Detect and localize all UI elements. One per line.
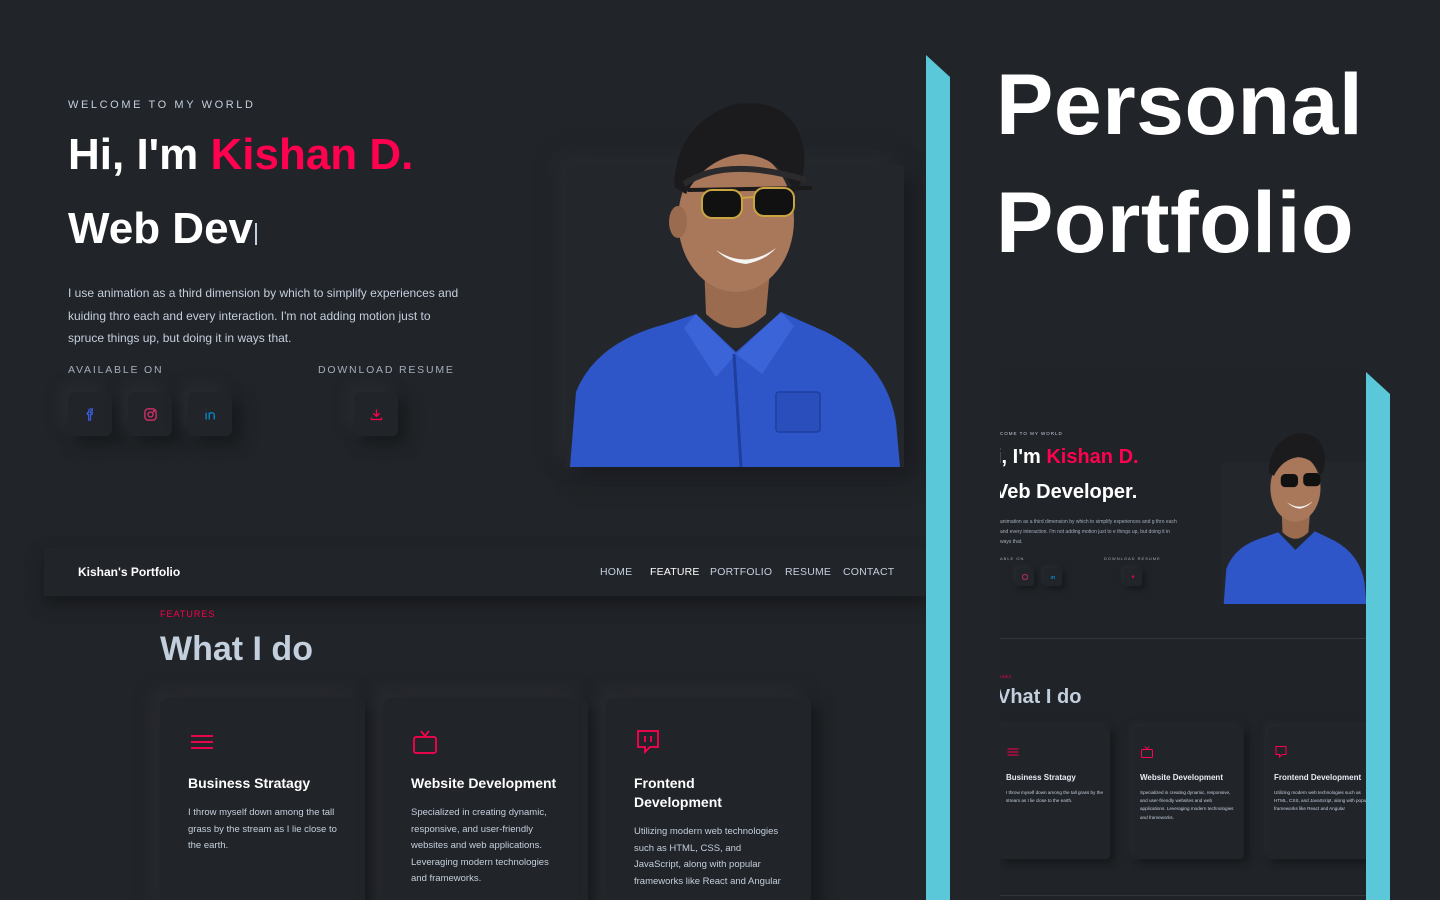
nav-home[interactable]: HOME (600, 566, 632, 578)
preview-card-desc: Utilizing modern web technologies such a… (1274, 790, 1366, 812)
preview-welcome: COME TO MY WORLD (1000, 431, 1063, 436)
menu-icon (188, 728, 218, 758)
typing-caret (255, 223, 258, 245)
preview-card-title: Website Development (1140, 773, 1223, 782)
preview-instagram-icon (1016, 568, 1034, 586)
accent-stripe (926, 55, 950, 900)
features-subtitle: FEATURES (160, 609, 216, 619)
welcome-text: WELCOME TO MY WORLD (68, 99, 256, 111)
preview-person-illustration (1223, 433, 1366, 604)
brand-logo-text[interactable]: Kishan's Portfolio (78, 565, 180, 579)
instagram-button[interactable] (128, 392, 172, 436)
preview-card-title: Business Stratagy (1006, 773, 1076, 782)
promo-title-line2: Portfolio (996, 175, 1354, 271)
nav-contact[interactable]: CONTACT (843, 566, 894, 578)
available-on-label: AVAILABLE ON (68, 364, 164, 376)
hero-section: WELCOME TO MY WORLD Hi, I'm Kishan D. We… (0, 0, 926, 520)
hero-greeting: Hi, I'm Kishan D. (68, 130, 413, 180)
preview-resume-label: DOWNLOAD RESUME (1104, 556, 1161, 561)
preview-description: animation as a third dimension by which … (1000, 519, 1177, 545)
preview-greeting: i, I'm Kishan D. (1000, 446, 1139, 469)
preview-card-desc: Specialized in creating dynamic, respons… (1140, 790, 1234, 820)
preview-download-icon (1124, 568, 1142, 586)
nav-feature[interactable]: FEATURE (650, 566, 700, 578)
greeting-text: Hi, I'm (68, 130, 211, 179)
feature-card-title: Website Development (411, 775, 557, 791)
chat-icon (1274, 745, 1366, 764)
tv-icon (1140, 745, 1238, 764)
linkedin-button[interactable] (188, 392, 232, 436)
navbar: Kishan's Portfolio HOME FEATURE PORTFOLI… (44, 548, 926, 596)
tv-icon (411, 728, 441, 758)
chat-icon (634, 728, 664, 758)
facebook-button[interactable] (68, 392, 112, 436)
hero-name: Kishan D. (210, 130, 414, 179)
nav-resume[interactable]: RESUME (785, 566, 831, 578)
role-text: Web Dev (68, 204, 254, 253)
feature-card-website[interactable]: Website Development Specialized in creat… (383, 698, 588, 900)
feature-card-desc: Specialized in creating dynamic, respons… (411, 807, 549, 884)
feature-card-desc: Utilizing modern web technologies such a… (634, 826, 781, 887)
feature-card-business[interactable]: Business Stratagy I throw myself down am… (160, 698, 365, 900)
feature-card-frontend[interactable]: Frontend Development Utilizing modern we… (606, 698, 811, 900)
feature-card-title: Frontend Development (634, 775, 722, 810)
download-resume-label: DOWNLOAD RESUME (318, 364, 455, 376)
linkedin-icon (204, 409, 215, 419)
preview-features-title: Vhat I do (1000, 686, 1082, 708)
promo-panel: Personal Portfolio COME TO MY WORLD i, I… (926, 0, 1440, 900)
person-illustration (570, 103, 900, 467)
preview-divider (1000, 638, 1366, 639)
download-icon (370, 409, 382, 420)
hero-description: I use animation as a third dimension by … (68, 286, 459, 345)
preview-card: Website Development Specialized in creat… (1134, 727, 1244, 859)
accent-stripe-preview (1366, 372, 1390, 900)
instagram-icon (143, 407, 157, 421)
menu-icon (1006, 745, 1104, 764)
preview-card-desc: I throw myself down among the tall grass… (1006, 790, 1104, 804)
preview-available-label: ABLE ON (1000, 556, 1025, 561)
promo-title-line1: Personal (996, 57, 1364, 153)
nav-portfolio[interactable]: PORTFOLIO (710, 566, 772, 578)
profile-photo (566, 92, 904, 467)
preview-card: Business Stratagy I throw myself down am… (1000, 727, 1110, 859)
preview-photo (1222, 428, 1366, 604)
preview-screenshot: COME TO MY WORLD i, I'm Kishan D. Veb De… (1000, 370, 1366, 900)
preview-card: Frontend Development Utilizing modern we… (1268, 727, 1366, 859)
preview-bottom-line (1000, 895, 1366, 896)
preview-card-title: Frontend Development (1274, 773, 1362, 782)
preview-role: Veb Developer. (1000, 481, 1138, 503)
preview-linkedin-icon (1044, 568, 1062, 586)
feature-card-title: Business Stratagy (188, 775, 311, 791)
download-resume-button[interactable] (354, 392, 398, 436)
preview-name: Kishan D. (1046, 446, 1139, 468)
preview-features-subtitle: URES (1000, 674, 1012, 679)
preview-greeting-text: i, I'm (1000, 446, 1047, 468)
main-page: WELCOME TO MY WORLD Hi, I'm Kishan D. We… (0, 0, 926, 900)
features-title: What I do (160, 630, 313, 668)
facebook-icon (86, 407, 93, 421)
feature-card-desc: I throw myself down among the tall grass… (188, 807, 337, 851)
hero-role: Web Dev (68, 204, 258, 254)
